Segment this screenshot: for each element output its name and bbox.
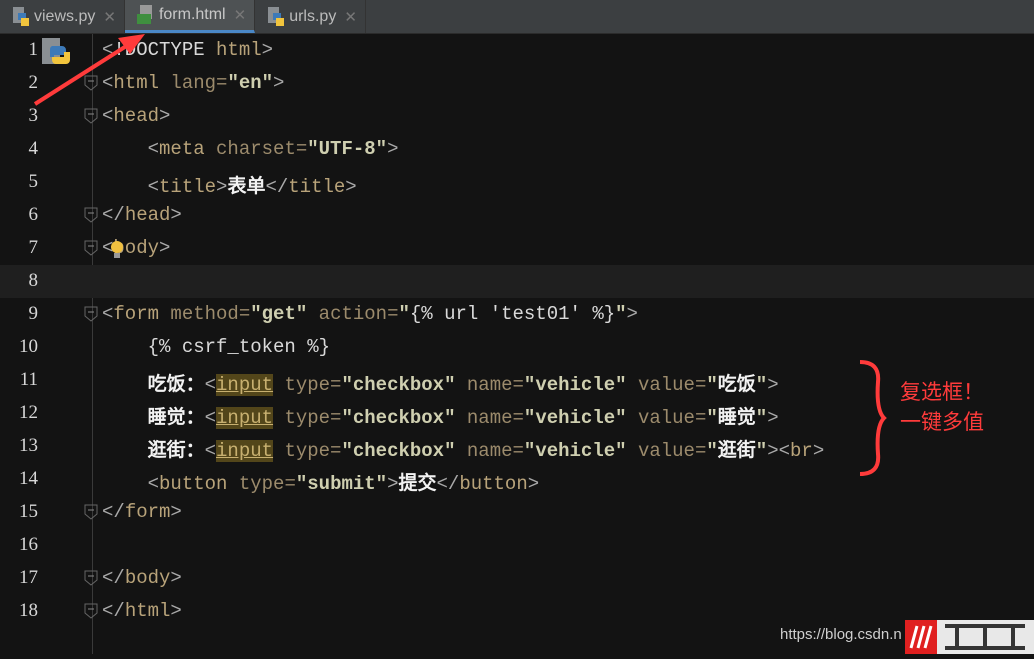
site-logo <box>905 620 1034 654</box>
annotation-brace <box>859 360 887 476</box>
watermark-url: https://blog.csdn.n <box>780 626 902 643</box>
annotation-text: 一键多值 <box>900 410 984 434</box>
annotation-text: 复选框！ <box>900 380 984 404</box>
annotation-arrow <box>33 34 887 476</box>
